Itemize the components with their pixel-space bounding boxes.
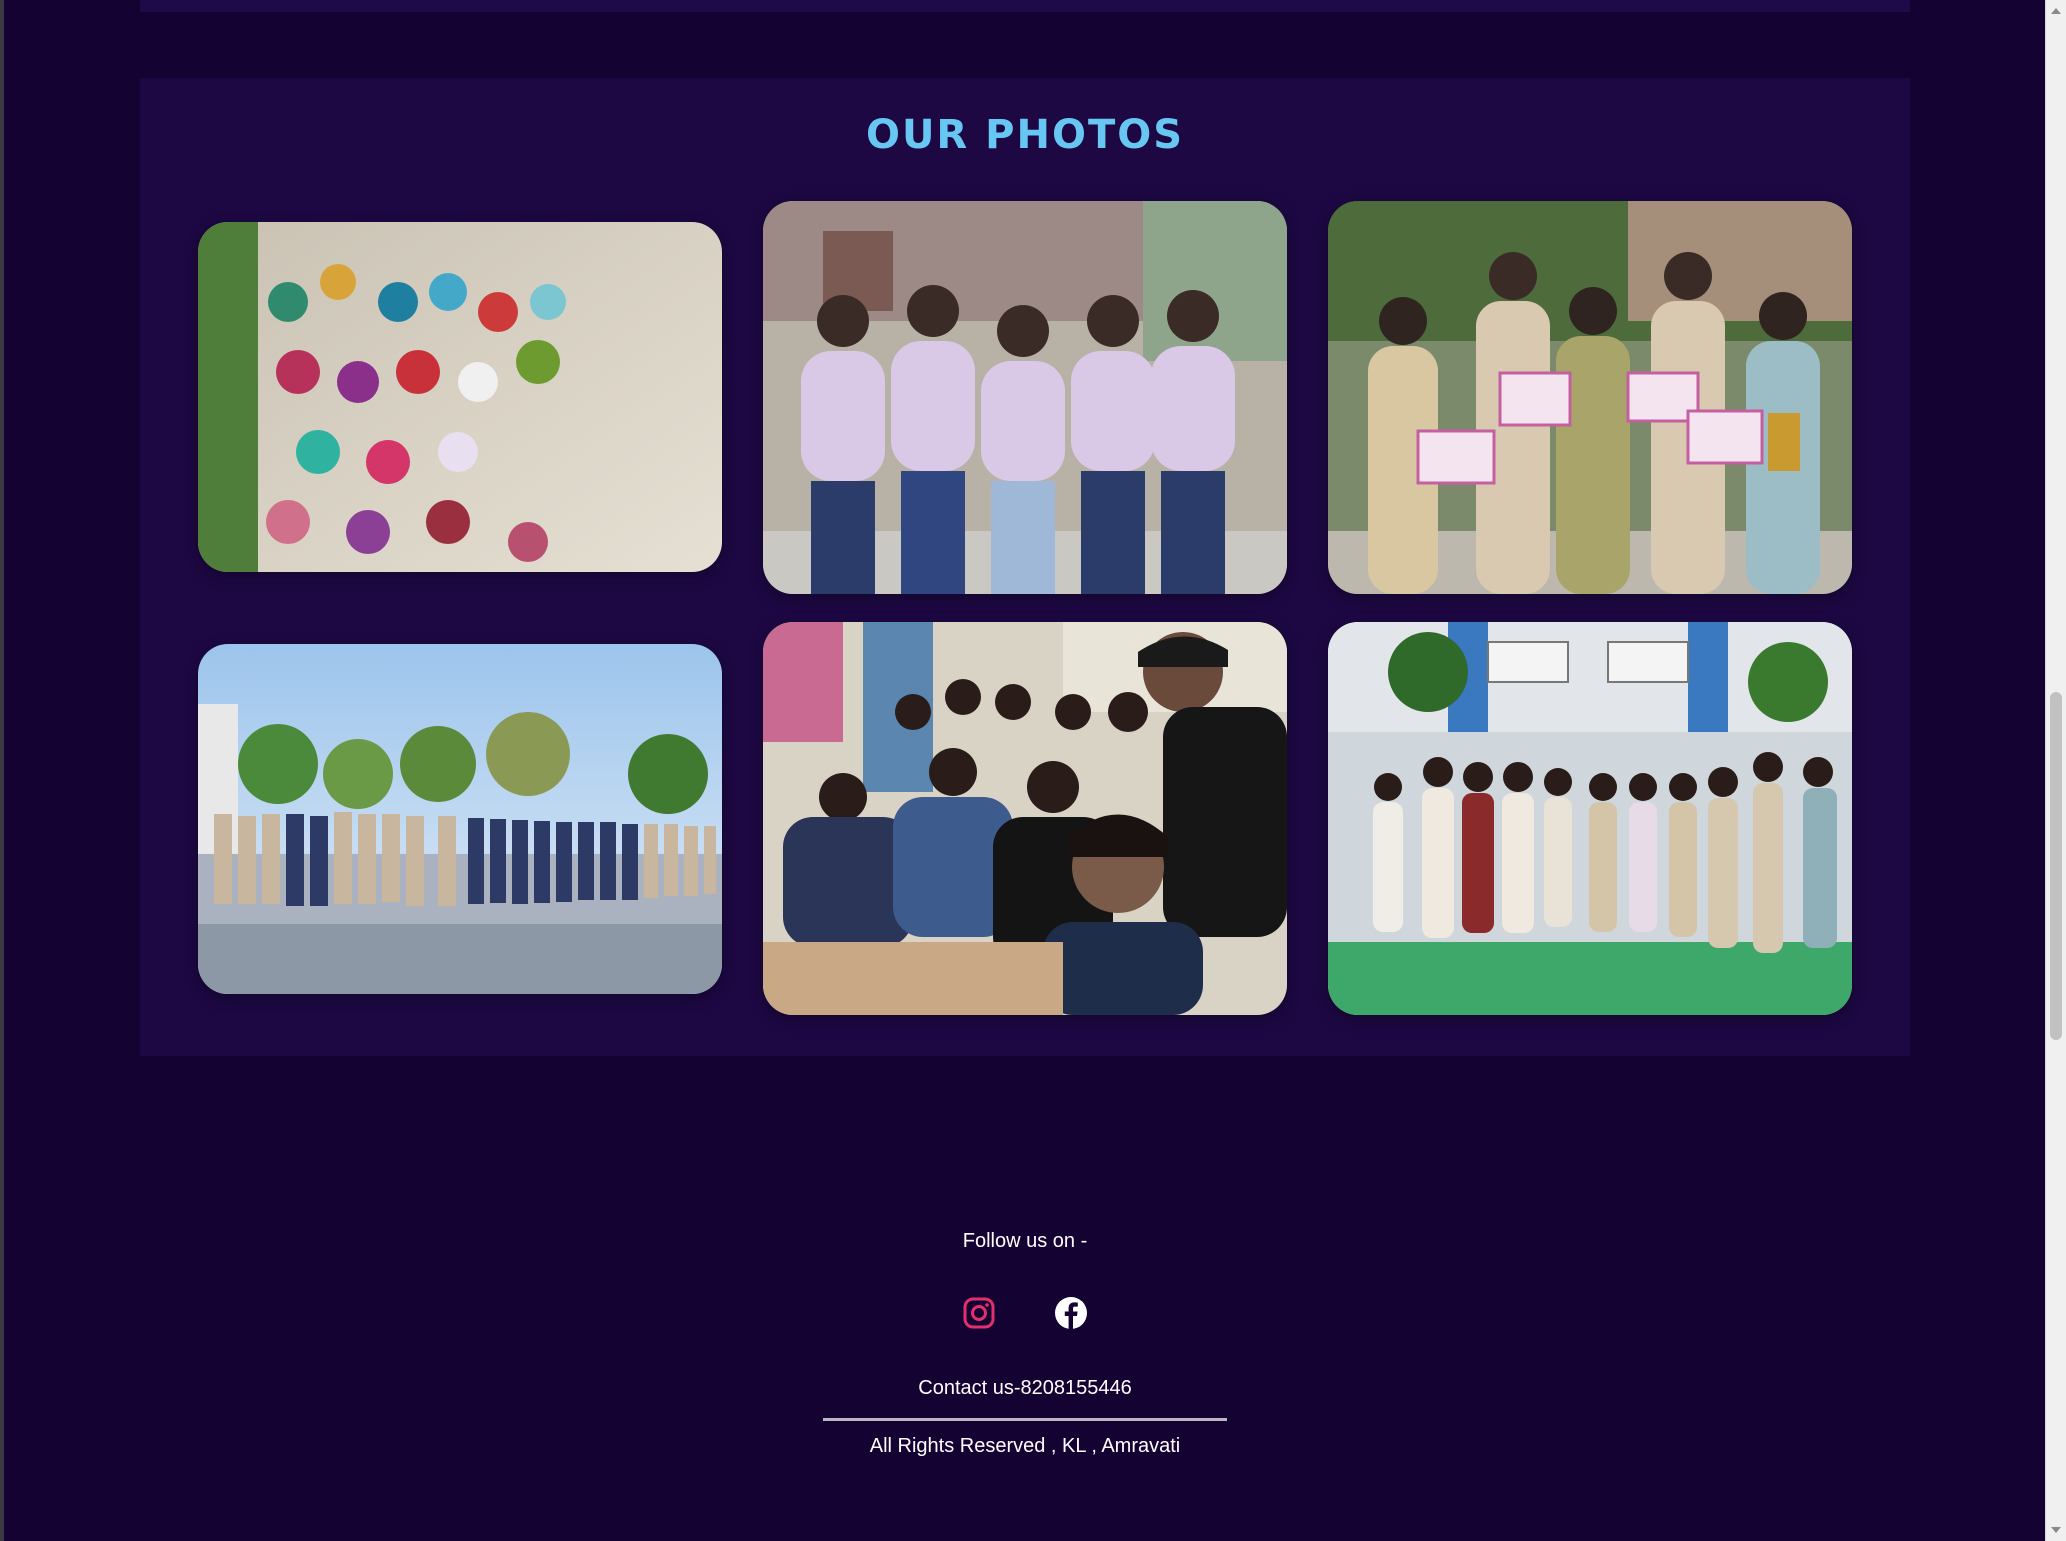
facebook-icon[interactable] bbox=[1053, 1295, 1089, 1331]
social-links bbox=[0, 1295, 2050, 1331]
previous-section-edge bbox=[140, 0, 1910, 12]
scroll-up-arrow-icon[interactable] bbox=[2051, 8, 2061, 14]
follow-us-label: Follow us on - bbox=[962, 1230, 1088, 1252]
copyright-text: All Rights Reserved , KL , Amravati bbox=[869, 1435, 1181, 1457]
photo-five-friends bbox=[763, 201, 1287, 594]
photo-line-outdoor bbox=[198, 644, 722, 994]
scroll-down-arrow-icon[interactable] bbox=[2051, 1527, 2061, 1533]
footer-divider bbox=[823, 1418, 1227, 1421]
section-title: OUR PHOTOS bbox=[865, 112, 1185, 158]
contact-text: Contact us-8208155446 bbox=[918, 1377, 1132, 1399]
page: OUR PHOTOS Follow us on - Contact us-820… bbox=[0, 0, 2066, 1541]
instagram-icon[interactable] bbox=[961, 1295, 997, 1331]
photo-certificates bbox=[1328, 201, 1852, 594]
photo-traditional-wear bbox=[198, 222, 722, 572]
vertical-scrollbar[interactable] bbox=[2045, 0, 2066, 1541]
photo-campus bbox=[1328, 622, 1852, 1015]
photo-selfie-class bbox=[763, 622, 1287, 1015]
scrollbar-thumb[interactable] bbox=[2050, 692, 2062, 1040]
